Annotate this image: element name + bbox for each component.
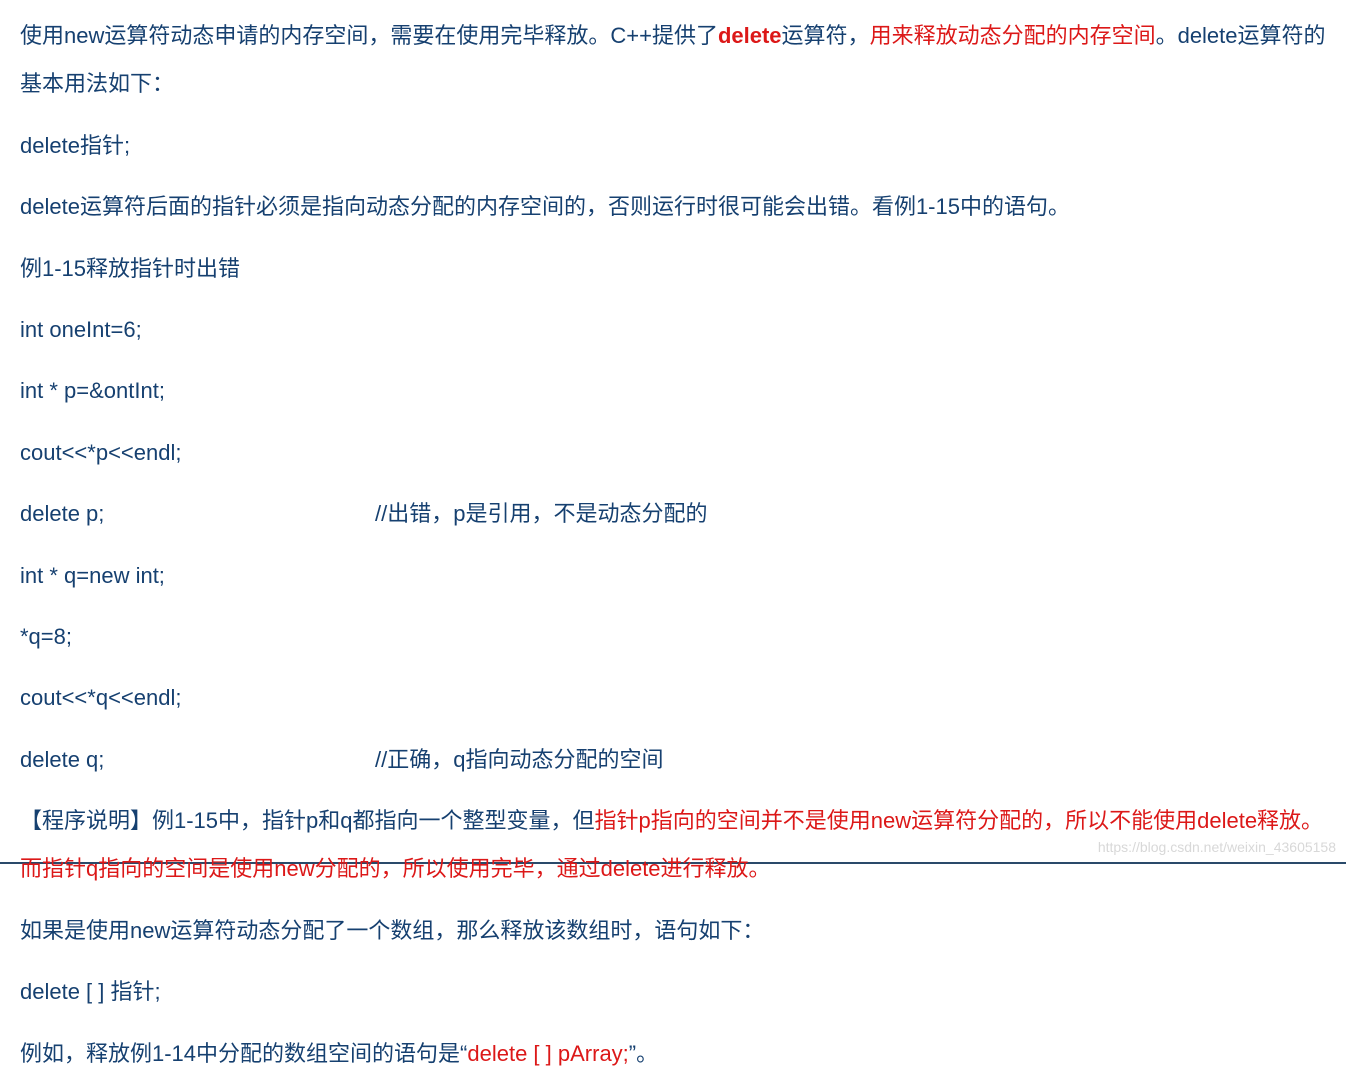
comment: //出错，p是引用，不是动态分配的 (375, 501, 707, 526)
text: 运算符， (782, 23, 870, 48)
watermark: https://blog.csdn.net/weixin_43605158 (1098, 836, 1336, 858)
code: delete q; (20, 736, 375, 784)
comment: //正确，q指向动态分配的空间 (375, 747, 663, 772)
code-line: *q=8; (20, 613, 1326, 661)
paragraph-example-ref: 例如，释放例1-14中分配的数组空间的语句是“delete [ ] pArray… (20, 1030, 1326, 1078)
code-line-with-comment: delete q;//正确，q指向动态分配的空间 (20, 736, 1326, 784)
text: 【程序说明】例1-15中，指针p和q都指向一个整型变量，但 (20, 808, 595, 833)
code-line: cout<<*q<<endl; (20, 674, 1326, 722)
text: 例如，释放例1-14中分配的数组空间的语句是“ (20, 1041, 467, 1066)
code-line: int * q=new int; (20, 552, 1326, 600)
code: delete p; (20, 490, 375, 538)
highlight-code: delete [ ] pArray; (467, 1041, 628, 1066)
code-line: int oneInt=6; (20, 306, 1326, 354)
example-title: 例1-15释放指针时出错 (20, 245, 1326, 293)
code-line: delete指针; (20, 122, 1326, 170)
keyword-delete: delete (718, 23, 782, 48)
paragraph-explain: delete运算符后面的指针必须是指向动态分配的内存空间的，否则运行时很可能会出… (20, 183, 1326, 231)
highlight-text: 用来释放动态分配的内存空间 (870, 23, 1156, 48)
text: 使用new运算符动态申请的内存空间，需要在使用完毕释放。C++提供了 (20, 23, 718, 48)
code-line-with-comment: delete p;//出错，p是引用，不是动态分配的 (20, 490, 1326, 538)
code-line: cout<<*p<<endl; (20, 429, 1326, 477)
paragraph-intro: 使用new运算符动态申请的内存空间，需要在使用完毕释放。C++提供了delete… (20, 12, 1326, 109)
code-line: int * p=&ontInt; (20, 367, 1326, 415)
code-line: delete [ ] 指针; (20, 968, 1326, 1016)
paragraph-array: 如果是使用new运算符动态分配了一个数组，那么释放该数组时，语句如下： (20, 907, 1326, 955)
text: ”。 (629, 1041, 658, 1066)
